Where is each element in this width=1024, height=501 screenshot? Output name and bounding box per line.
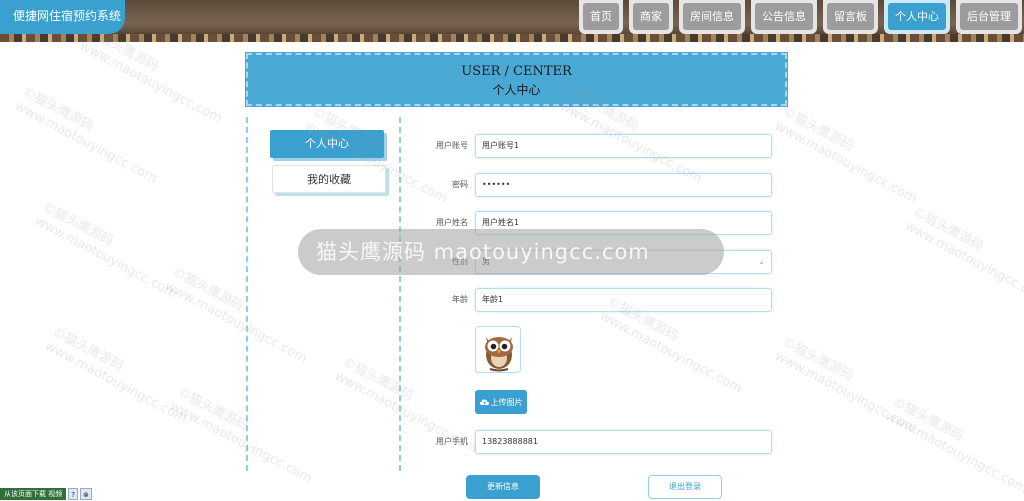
watermark: ©猫头鹰源码 www.maotouyingcc.com xyxy=(32,199,180,302)
watermark: ©猫头鹰源码 www.maotouyingcc.com xyxy=(772,104,920,207)
watermark: ©猫头鹰源码 www.maotouyingcc.com xyxy=(12,84,160,187)
update-info-button[interactable]: 更新信息 xyxy=(466,475,540,499)
page-title-en: USER / CENTER xyxy=(461,64,572,79)
phone-input[interactable]: 13823888881 xyxy=(475,430,772,454)
help-icon[interactable]: ? xyxy=(68,488,78,500)
logout-button[interactable]: 退出登录 xyxy=(648,475,722,499)
account-label: 用户账号 xyxy=(436,141,468,150)
sidebar-item-user-center[interactable]: 个人中心 xyxy=(270,130,384,158)
watermark: ©猫头鹰源码 www.maotouyingcc.com xyxy=(42,324,190,427)
password-label: 密码 xyxy=(452,180,468,189)
form-row-password: 密码 •••••• xyxy=(410,173,772,197)
upload-image-button[interactable]: 上传图片 xyxy=(475,390,527,414)
nav-item-rooms[interactable]: 房间信息 xyxy=(679,0,745,34)
nav-item-user-center[interactable]: 个人中心 xyxy=(884,0,950,34)
page-title-cn: 个人中心 xyxy=(492,83,541,97)
sidebar-item-favorites[interactable]: 我的收藏 xyxy=(272,165,386,193)
watermark: ©猫头鹰源码 www.maotouyingcc.com xyxy=(882,394,1024,497)
account-input[interactable]: 用户账号1 xyxy=(475,134,772,158)
nav-item-admin[interactable]: 后台管理 xyxy=(956,0,1022,34)
watermark-banner: 猫头鹰源码 maotouyingcc.com xyxy=(298,229,724,275)
download-video-button[interactable]: 从该页面下载 视频 xyxy=(0,488,67,500)
close-icon[interactable]: ⊗ xyxy=(79,488,92,500)
nav-item-merchants[interactable]: 商家 xyxy=(629,0,673,34)
header-bar: 便捷网住宿预约系统 首页 商家 房间信息 公告信息 留言板 个人中心 后台管理 xyxy=(0,0,1024,42)
nav-item-home[interactable]: 首页 xyxy=(579,0,623,34)
age-input[interactable]: 年龄1 xyxy=(475,288,772,312)
header-banner-image xyxy=(0,34,1024,42)
phone-label: 用户手机 xyxy=(436,437,468,446)
sidebar: 个人中心 我的收藏 xyxy=(246,117,401,471)
chevron-down-icon: ⌄ xyxy=(758,257,765,266)
download-bar: 从该页面下载 视频 ? ⊗ xyxy=(0,488,92,500)
avatar xyxy=(475,326,521,373)
nav-item-notices[interactable]: 公告信息 xyxy=(751,0,817,34)
password-input[interactable]: •••••• xyxy=(475,173,772,197)
main-nav: 首页 商家 房间信息 公告信息 留言板 个人中心 后台管理 xyxy=(579,0,1022,34)
page-title-box: USER / CENTER 个人中心 xyxy=(245,52,788,107)
form-row-age: 年龄 年龄1 xyxy=(410,288,772,312)
age-label: 年龄 xyxy=(452,295,468,304)
watermark: ©猫头鹰源码 www.maotouyingcc.com xyxy=(772,334,920,437)
form-row-phone: 用户手机 13823888881 xyxy=(410,430,772,454)
site-title: 便捷网住宿预约系统 xyxy=(0,0,125,34)
watermark: ©猫头鹰源码 www.maotouyingcc.com xyxy=(902,204,1024,307)
cloud-upload-icon xyxy=(479,399,489,405)
owl-avatar-image xyxy=(476,327,520,372)
form-row-account: 用户账号 用户账号1 xyxy=(410,134,772,158)
nav-item-messages[interactable]: 留言板 xyxy=(823,0,878,34)
upload-image-label: 上传图片 xyxy=(490,397,523,407)
